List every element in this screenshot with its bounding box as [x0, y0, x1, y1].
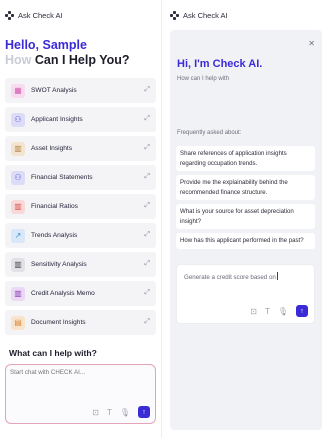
- grid-icon: ▦: [11, 83, 25, 98]
- faq-item[interactable]: How has this applicant performed in the …: [176, 233, 315, 249]
- menu-item-label: Financial Ratios: [31, 203, 78, 210]
- greeting: Hello, Sample: [5, 38, 87, 52]
- menu-item[interactable]: ▥ Asset Insights ⤢: [5, 136, 156, 161]
- expand-arrow-icon: ⤢: [144, 260, 150, 267]
- menu-item-label: Financial Statements: [31, 174, 93, 181]
- chat-box[interactable]: ⊡ T 🎙 ↑: [5, 364, 156, 424]
- microphone-icon[interactable]: 🎙: [278, 307, 288, 316]
- faq-list: Share references of application insights…: [176, 146, 315, 253]
- menu-item-label: Sensitivity Analysis: [31, 261, 87, 268]
- menu-item[interactable]: ▥ Sensitivity Analysis ⤢: [5, 252, 156, 277]
- menu-item[interactable]: ▤ Document Insights ⤢: [5, 310, 156, 335]
- expand-arrow-icon: ⤢: [144, 144, 150, 151]
- attach-icon[interactable]: ⊡: [92, 408, 99, 417]
- analysis-menu: ▦ SWOT Analysis ⤢ ⚇ Applicant Insights ⤢ ▥ Asse…: [5, 78, 156, 339]
- bar-chart-icon: ▥: [11, 141, 25, 156]
- chat-input[interactable]: [10, 369, 150, 376]
- help-subtitle: How Can I Help You?: [5, 53, 130, 67]
- menu-item-label: Asset Insights: [31, 145, 73, 152]
- menu-item[interactable]: ▥ Financial Ratios ⤢: [5, 194, 156, 219]
- faq-heading: Frequently asked about:: [177, 130, 242, 136]
- menu-item-label: SWOT Analysis: [31, 87, 77, 94]
- faq-item[interactable]: What is your source for asset depreciati…: [176, 204, 315, 229]
- sensitivity-chart-icon: ▥: [11, 257, 25, 272]
- expand-arrow-icon: ⤢: [144, 231, 150, 238]
- expand-arrow-icon: ⤢: [144, 86, 150, 93]
- chat-panel: Ask Check AI ✕ Hi, I'm Check AI. How can…: [162, 0, 328, 438]
- send-arrow-icon: ↑: [142, 408, 146, 416]
- trend-icon: ↗: [11, 228, 25, 243]
- menu-item[interactable]: ↗ Trends Analysis ⤢: [5, 223, 156, 248]
- chat-toolbar: ⊡ T 🎙 ↑: [92, 406, 150, 418]
- brand-name: Ask Check AI: [183, 11, 228, 20]
- faq-item[interactable]: Provide me the explainability behind the…: [176, 175, 315, 200]
- expand-arrow-icon: ⤢: [144, 173, 150, 180]
- menu-item[interactable]: ⚇ Applicant Insights ⤢: [5, 107, 156, 132]
- expand-arrow-icon: ⤢: [144, 318, 150, 325]
- ratio-chart-icon: ▥: [11, 199, 25, 214]
- menu-item[interactable]: ▦ SWOT Analysis ⤢: [5, 78, 156, 103]
- menu-item-label: Document Insights: [31, 319, 86, 326]
- text-format-icon[interactable]: T: [107, 408, 112, 417]
- brand-header-right: Ask Check AI: [170, 11, 228, 20]
- menu-item[interactable]: ▥ Credit Analysis Memo ⤢: [5, 281, 156, 306]
- help-subtitle-main: Can I Help You?: [34, 53, 130, 67]
- text-format-icon[interactable]: T: [265, 307, 270, 316]
- brand-header: Ask Check AI: [5, 11, 63, 20]
- menu-item[interactable]: ⚇ Financial Statements ⤢: [5, 165, 156, 190]
- menu-item-label: Trends Analysis: [31, 232, 78, 239]
- microphone-icon[interactable]: 🎙: [120, 408, 130, 417]
- expand-arrow-icon: ⤢: [144, 115, 150, 122]
- menu-item-label: Applicant Insights: [31, 116, 83, 123]
- help-subtitle-muted: How: [5, 53, 32, 67]
- assistant-chat-input[interactable]: Generate a credit score based on: [184, 272, 278, 281]
- expand-arrow-icon: ⤢: [144, 289, 150, 296]
- person-icon: ⚇: [11, 112, 25, 127]
- check-ai-logo-icon: [5, 11, 14, 20]
- send-arrow-icon: ↑: [300, 307, 304, 315]
- check-ai-logo-icon: [170, 11, 179, 20]
- assistant-chat-toolbar: ⊡ T 🎙 ↑: [250, 305, 308, 317]
- assistant-chat-box[interactable]: Generate a credit score based on ⊡ T 🎙 ↑: [176, 264, 315, 324]
- attach-icon[interactable]: ⊡: [250, 307, 257, 316]
- assistant-card: ✕ Hi, I'm Check AI. How can I help with …: [170, 30, 322, 430]
- assistant-title: Hi, I'm Check AI.: [177, 58, 263, 70]
- send-button[interactable]: ↑: [138, 406, 150, 418]
- home-panel: Ask Check AI Hello, Sample How Can I Hel…: [0, 0, 161, 438]
- ask-title: What can I help with?: [9, 348, 97, 358]
- person-doc-icon: ⚇: [11, 170, 25, 185]
- send-button[interactable]: ↑: [296, 305, 308, 317]
- brand-name: Ask Check AI: [18, 11, 63, 20]
- document-icon: ▤: [11, 315, 25, 330]
- expand-arrow-icon: ⤢: [144, 202, 150, 209]
- close-icon[interactable]: ✕: [308, 39, 315, 48]
- faq-item[interactable]: Share references of application insights…: [176, 146, 315, 171]
- memo-chart-icon: ▥: [11, 286, 25, 301]
- menu-item-label: Credit Analysis Memo: [31, 290, 95, 297]
- assistant-subtitle: How can I help with: [177, 76, 230, 82]
